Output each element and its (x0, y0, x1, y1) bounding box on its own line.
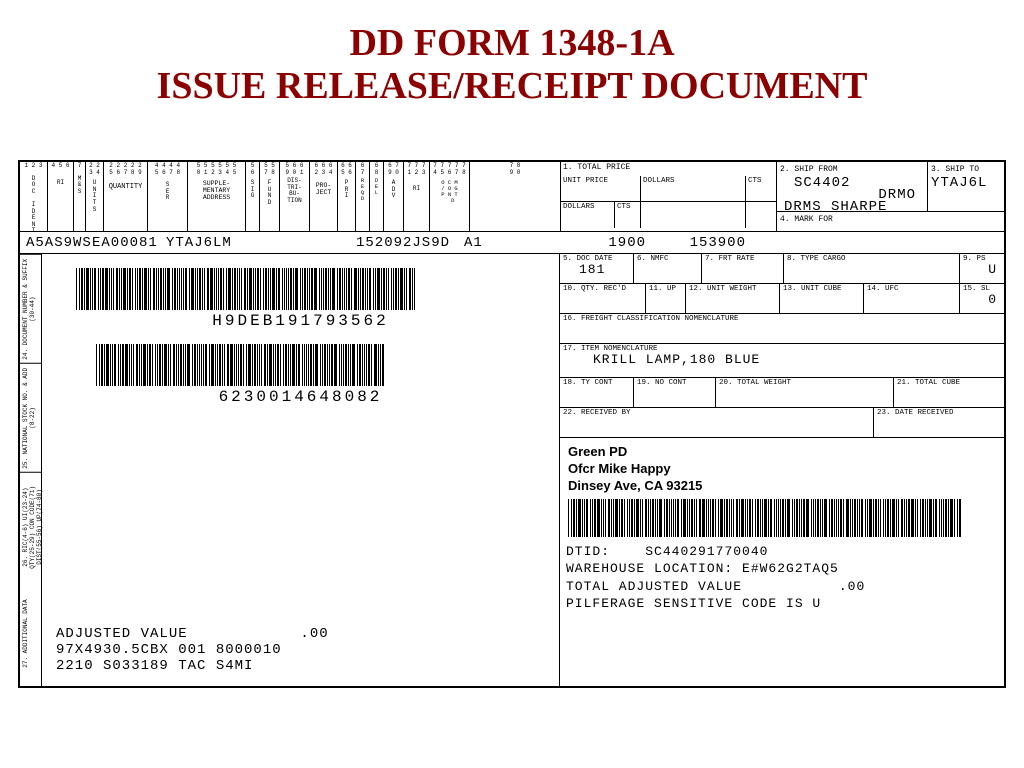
side-labels: 24. DOCUMENT NUMBER & SUFFIX (30-44) 25.… (20, 254, 42, 688)
dtid-val: SC440291770040 (645, 544, 768, 559)
f17-val: KRILL LAMP,180 BLUE (593, 352, 1001, 367)
f11-lbl: 11. UP (649, 285, 682, 293)
recipient-address: Green PD Ofcr Mike Happy Dinsey Ave, CA … (568, 444, 1004, 495)
ship-from-label: 2. SHIP FROM (780, 165, 838, 174)
f12-lbl: 12. UNIT WEIGHT (689, 285, 776, 293)
ship-to-val: YTAJ6L (931, 175, 1001, 191)
addr-l3: Dinsey Ave, CA 93215 (568, 478, 1004, 495)
psc-line: PILFERAGE SENSITIVE CODE IS U (566, 596, 821, 611)
f16-lbl: 16. FREIGHT CLASSIFICATION NOMENCLATURE (563, 315, 1001, 323)
side-24: 24. DOCUMENT NUMBER & SUFFIX (30-44) (20, 254, 41, 363)
dtid-label: DTID: (566, 544, 610, 559)
ship-to-label: 3. SHIP TO (931, 165, 979, 174)
mark-for-label: 4. MARK FOR (780, 215, 833, 224)
column-grid-header: 1 2 3DOCIDENT 4 5 6RI 7M&S 2 23 4UNITS 2… (20, 162, 561, 231)
f7-lbl: 7. FRT RATE (705, 255, 780, 263)
f21-lbl: 21. TOTAL CUBE (897, 379, 1001, 387)
barcode-3 (568, 499, 996, 537)
f23-lbl: 23. DATE RECEIVED (877, 409, 1001, 417)
top-row: 1 2 3DOCIDENT 4 5 6RI 7M&S 2 23 4UNITS 2… (20, 162, 1004, 232)
page-title: DD FORM 1348-1A ISSUE RELEASE/RECEIPT DO… (0, 0, 1024, 107)
dd-form-1348: 1 2 3DOCIDENT 4 5 6RI 7M&S 2 23 4UNITS 2… (18, 160, 1006, 688)
addr-l2: Ofcr Mike Happy (568, 461, 1004, 478)
f5-val: 181 (579, 262, 630, 277)
barcode-1 (76, 268, 456, 310)
f19-lbl: 19. NO CONT (637, 379, 712, 387)
f8-lbl: 8. TYPE CARGO (787, 255, 956, 263)
adjusted-value-line: ADJUSTED VALUE .00 (56, 626, 545, 642)
a1-val: A1 (464, 235, 558, 250)
f20-lbl: 20. TOTAL WEIGHT (719, 379, 890, 387)
barcode-2-label: 6230014648082 (56, 388, 545, 406)
f6-lbl: 6. NMFC (637, 255, 698, 263)
price-box: 1. TOTAL PRICE UNIT PRICE DOLLARS CTS DO… (561, 162, 777, 231)
side-25: 25. NATIONAL STOCK NO. & ADD (8-22) (20, 363, 41, 472)
left-area: H9DEB191793562 6230014648082 ADJUSTED VA… (42, 254, 560, 688)
ea-qty-val: EA00081 (92, 235, 166, 250)
right-grid: 5. DOC DATE181 6. NMFC 7. FRT RATE 8. TY… (560, 254, 1004, 688)
supp-addr-val: YTAJ6LM (166, 235, 356, 250)
addr-l1: Green PD (568, 444, 1004, 461)
unit-price-label: UNIT PRICE (561, 176, 641, 201)
ship-box: 2. SHIP FROM SC4402 DRMO DRMS SHARPE 3. … (777, 162, 1004, 231)
dollars-label: DOLLARS (641, 176, 746, 201)
f15-val: 0 (963, 292, 997, 307)
proj-val: 152092JS9D (356, 235, 464, 250)
data-line: A5AS9WS EA00081 YTAJ6LM 152092JS9D A1 19… (20, 232, 1004, 254)
code-line-2: 2210 S033189 TAC S4MI (56, 658, 545, 674)
tav-line: TOTAL ADJUSTED VALUE .00 (566, 579, 865, 594)
warehouse-line: WAREHOUSE LOCATION: E#W62G2TAQ5 (566, 561, 839, 576)
f13-lbl: 13. UNIT CUBE (783, 285, 860, 293)
side-27: 27. ADDITIONAL DATA (20, 580, 41, 688)
code-line-1: 97X4930.5CBX 001 8000010 (56, 642, 545, 658)
f14-lbl: 14. UFC (867, 285, 956, 293)
title-line-1: DD FORM 1348-1A (0, 22, 1024, 65)
total-price-label: 1. TOTAL PRICE (563, 163, 630, 172)
cts-label-2: CTS (615, 202, 641, 228)
f18-lbl: 18. TY CONT (563, 379, 630, 387)
title-line-2: ISSUE RELEASE/RECEIPT DOCUMENT (0, 65, 1024, 108)
f10-lbl: 10. QTY. REC'D (563, 285, 642, 293)
n1900-val: 1900 (558, 235, 646, 250)
lower-section: 24. DOCUMENT NUMBER & SUFFIX (30-44) 25.… (20, 254, 1004, 688)
barcode-1-label: H9DEB191793562 (56, 312, 545, 330)
cts-label: CTS (746, 176, 776, 201)
f9-val: U (963, 262, 997, 277)
side-26: 26. RIC(4-6) UI(23-24) QTY(25-29) CON CO… (20, 472, 41, 581)
f22-lbl: 22. RECEIVED BY (563, 409, 870, 417)
doc-ident-val: A5AS9WS (26, 235, 92, 250)
barcode-2 (96, 344, 426, 386)
n153900-val: 153900 (646, 235, 746, 250)
dollars-label-2: DOLLARS (561, 202, 615, 228)
